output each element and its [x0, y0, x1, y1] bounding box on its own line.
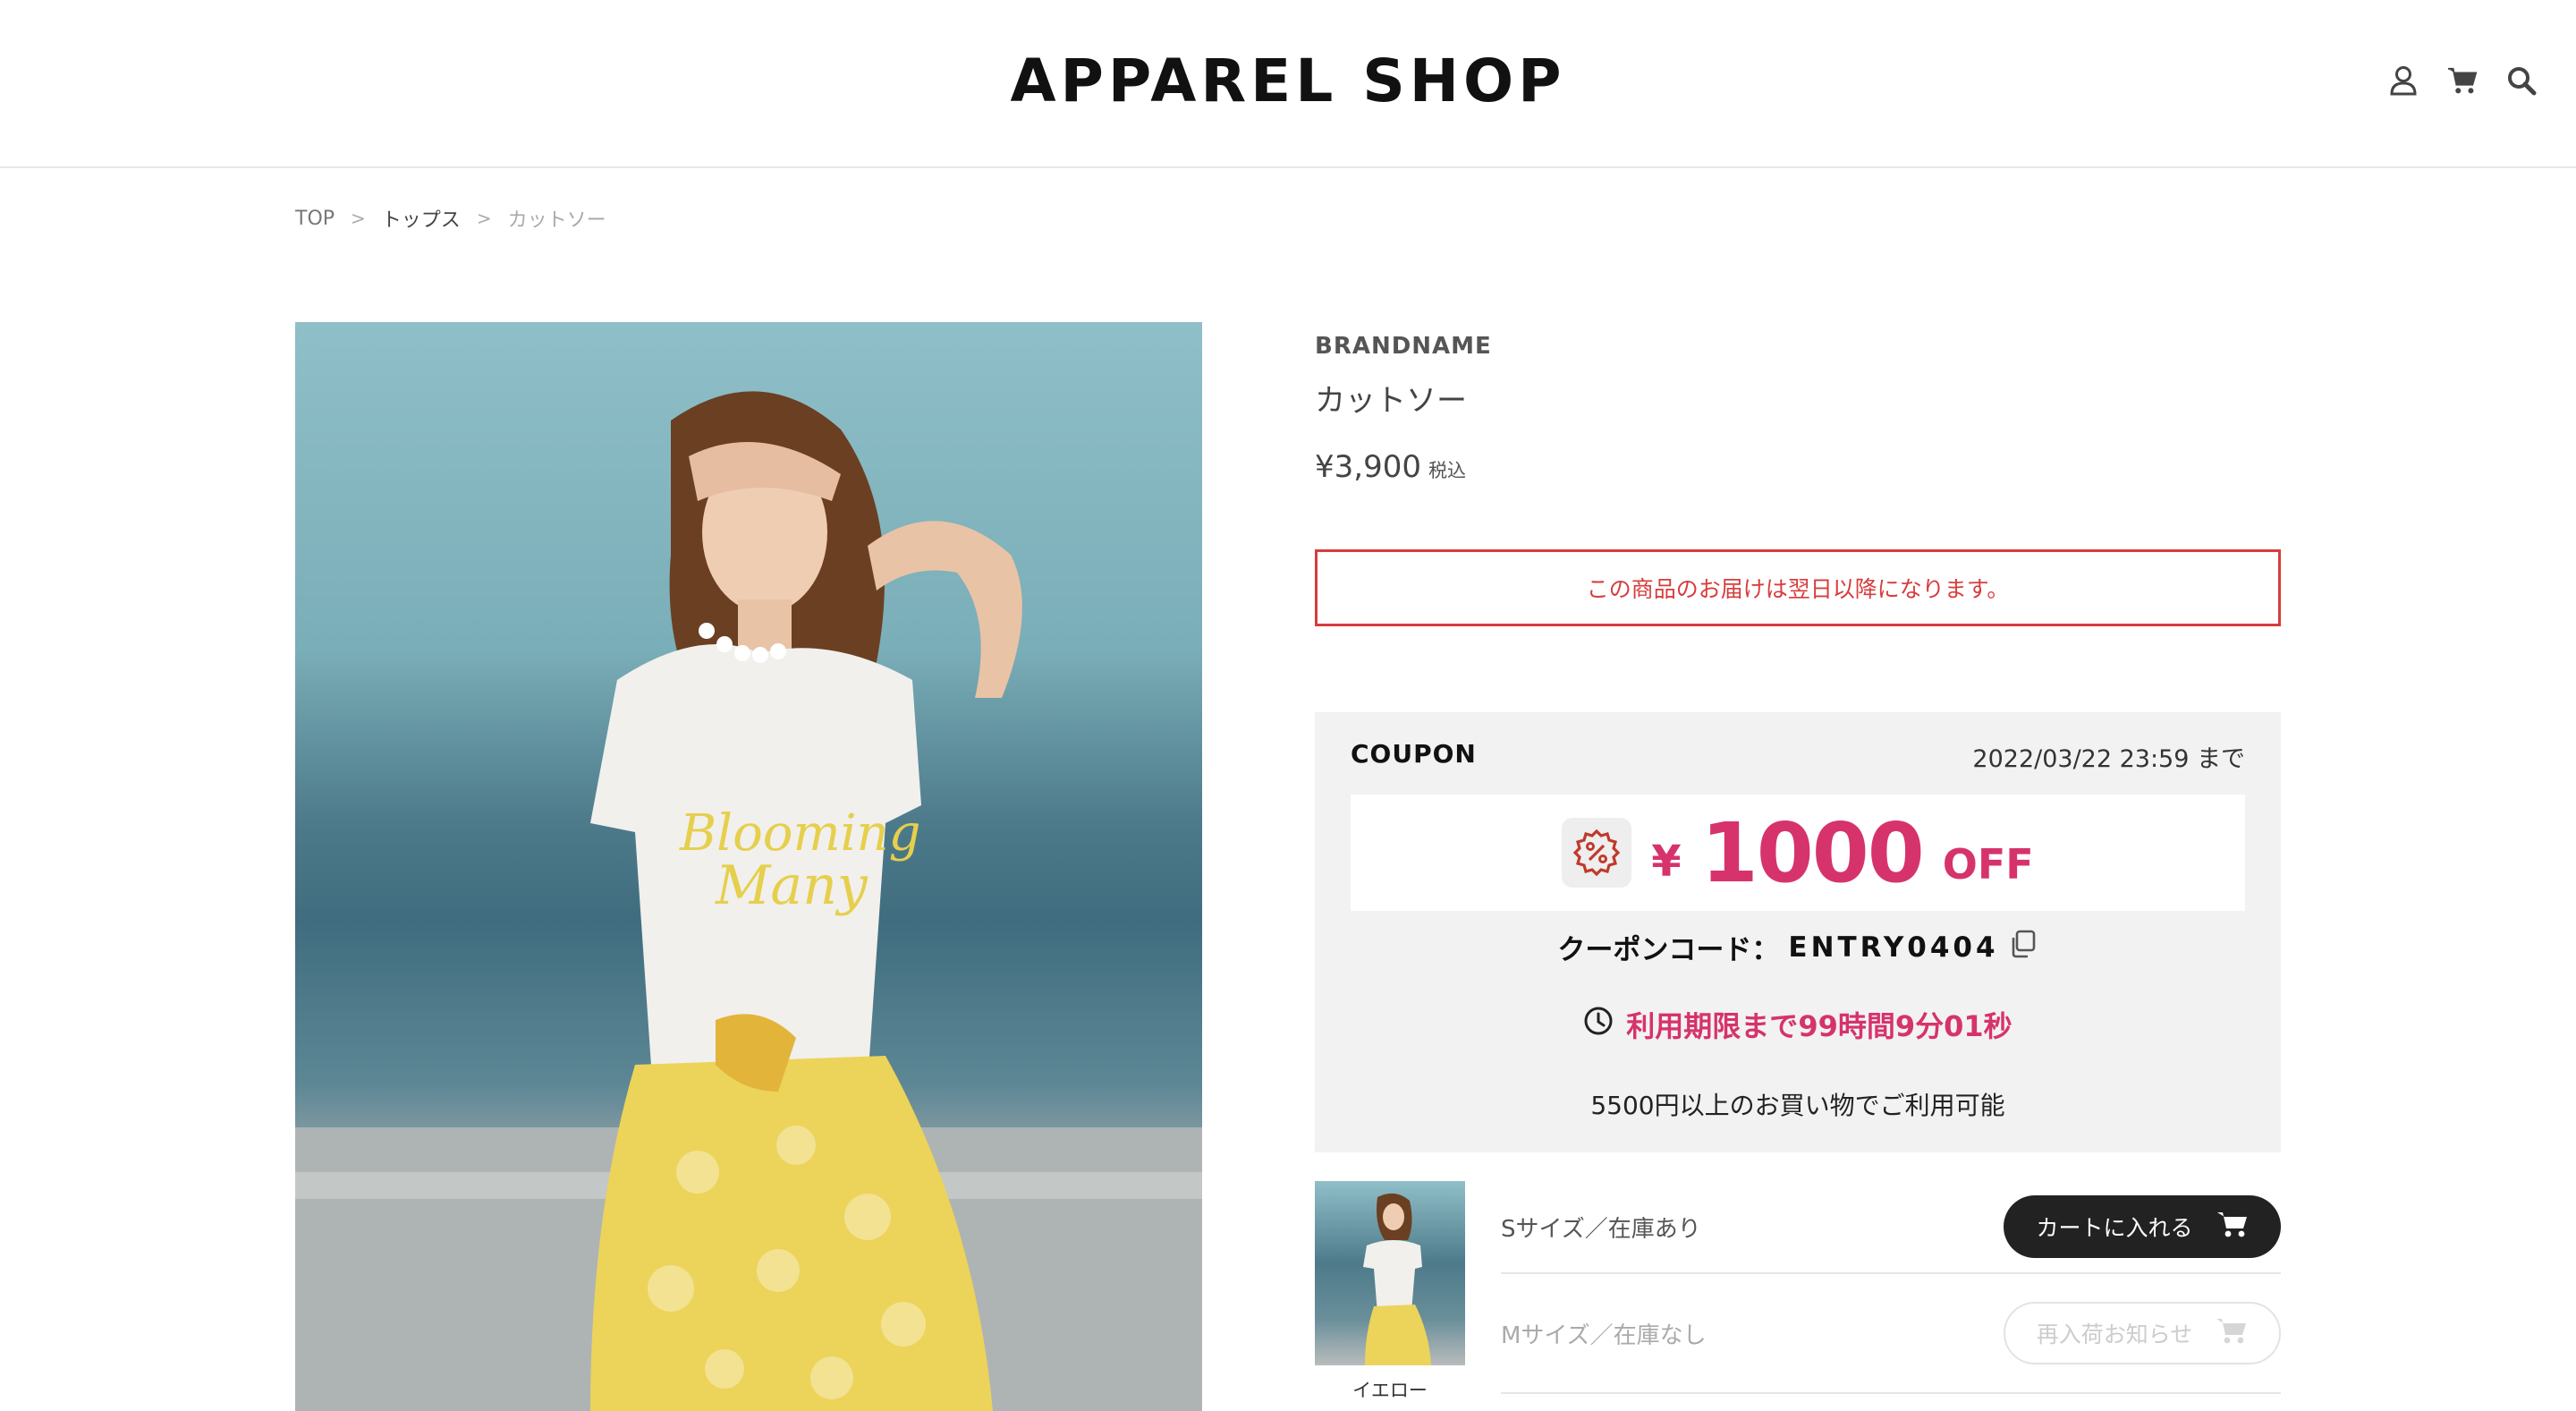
coupon-panel: COUPON 2022/03/22 23:59 まで ¥ 1000 OFF クー… [1315, 712, 2281, 1152]
timer-hours-unit: 時間 [1837, 1009, 1895, 1043]
breadcrumb: TOP > トップス > カットソー [295, 204, 606, 233]
price-value: ¥3,900 [1315, 449, 1421, 485]
product-main-image[interactable]: Blooming Many [295, 322, 1202, 1411]
coupon-amount: 1000 [1700, 804, 1925, 901]
tax-label: 税込 [1428, 460, 1466, 481]
timer-prefix: 利用期限まで [1626, 1009, 1799, 1043]
breadcrumb-separator: > [476, 208, 492, 229]
coupon-code-label: クーポンコード： [1557, 934, 1780, 966]
svg-text:Many: Many [715, 854, 869, 917]
cart-icon [2216, 1316, 2248, 1350]
coupon-currency: ¥ [1651, 837, 1682, 887]
breadcrumb-current: カットソー [507, 209, 606, 232]
coupon-minimum-purchase: 5500円以上のお買い物でご利用可能 [1590, 1091, 2005, 1120]
coupon-expiry: 2022/03/22 23:59 まで [1972, 745, 2245, 773]
variant-color-label: イエロー [1352, 1380, 1428, 1401]
coupon-timer: 利用期限まで99時間9分01秒 [1315, 1004, 2281, 1045]
site-logo[interactable]: APPAREL SHOP [0, 47, 2576, 115]
cart-icon [2216, 1210, 2249, 1244]
breadcrumb-separator: > [351, 208, 366, 229]
timer-seconds: 01 [1944, 1009, 1984, 1043]
coupon-label: COUPON [1351, 739, 1477, 769]
coupon-off-label: OFF [1942, 840, 2034, 888]
cart-icon[interactable] [2447, 63, 2478, 98]
variant-thumbnail[interactable] [1315, 1181, 1465, 1365]
restock-notify-label: 再入荷お知らせ [2036, 1322, 2193, 1347]
percent-badge-icon [1562, 818, 1632, 888]
timer-hours: 99 [1798, 1009, 1838, 1043]
user-icon[interactable] [2388, 63, 2419, 98]
delivery-notice: この商品のお届けは翌日以降になります。 [1315, 549, 2281, 626]
search-icon[interactable] [2506, 63, 2537, 98]
variant-row: Sサイズ／在庫あり カートに入れる [1501, 1181, 2281, 1274]
restock-notify-button[interactable]: 再入荷お知らせ [2004, 1302, 2281, 1364]
product-price: ¥3,900 税込 [1315, 449, 1466, 485]
variant-row: Mサイズ／在庫なし 再入荷お知らせ [1501, 1274, 2281, 1394]
timer-minutes: 9 [1894, 1009, 1916, 1043]
coupon-code[interactable]: ENTRY0404 [1788, 931, 1998, 964]
site-header: APPAREL SHOP [0, 0, 2576, 168]
brand-name[interactable]: BRANDNAME [1315, 333, 1492, 360]
breadcrumb-tops[interactable]: トップス [382, 204, 461, 233]
variant-label: Sサイズ／在庫あり [1501, 1215, 1701, 1243]
coupon-discount-box: ¥ 1000 OFF [1351, 795, 2245, 911]
copy-icon[interactable] [2008, 929, 2038, 966]
variant-label: Mサイズ／在庫なし [1501, 1322, 1707, 1349]
clock-icon [1583, 1006, 1614, 1043]
timer-minutes-unit: 分 [1915, 1009, 1945, 1043]
add-to-cart-label: カートに入れる [2036, 1215, 2193, 1241]
coupon-code-row: クーポンコード： ENTRY0404 [1315, 927, 2281, 967]
timer-seconds-unit: 秒 [1983, 1009, 2012, 1043]
header-icons [2388, 63, 2537, 98]
product-title: カットソー [1315, 383, 1467, 419]
add-to-cart-button[interactable]: カートに入れる [2004, 1195, 2281, 1258]
breadcrumb-top[interactable]: TOP [295, 208, 335, 230]
delivery-notice-text: この商品のお届けは翌日以降になります。 [1586, 576, 2010, 602]
